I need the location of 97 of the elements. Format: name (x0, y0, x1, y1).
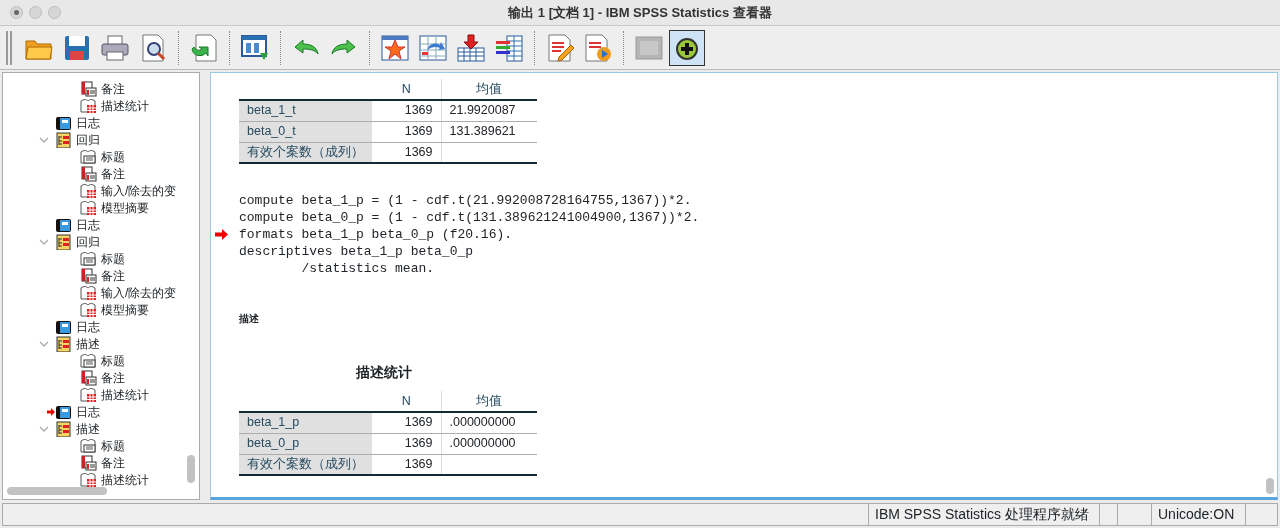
outline-item[interactable]: 日志 (76, 215, 100, 234)
table-title: 描述统计 (355, 363, 413, 382)
table-cell: 1369 (372, 454, 441, 475)
outline-item[interactable]: 日志 (76, 402, 100, 421)
table-icon (80, 97, 97, 114)
outline-item[interactable]: 描述 (76, 334, 100, 353)
row-label: 有效个案数（成列） (239, 454, 372, 475)
note-icon (80, 369, 97, 386)
note-icon (80, 165, 97, 182)
toolbar-grip[interactable] (6, 30, 12, 65)
scrollbar-thumb[interactable] (7, 487, 107, 495)
table-icon (80, 182, 97, 199)
output-heading: 描述 (239, 313, 259, 324)
book-icon (55, 216, 72, 233)
book-icon (55, 114, 72, 131)
outline-item[interactable]: 输入/除去的变 (101, 283, 177, 302)
table-icon (80, 471, 97, 488)
table-cell: .000000000 (441, 412, 537, 433)
table-arrow-icon (418, 32, 448, 63)
outline-item[interactable]: 标题 (101, 147, 125, 166)
outline-item[interactable]: 备注 (101, 164, 125, 183)
printer-icon (100, 32, 130, 63)
column-header: N (372, 79, 441, 100)
collapse-chevron-icon[interactable] (39, 238, 49, 245)
table-cell: 1369 (372, 100, 441, 121)
outline-item[interactable]: 日志 (76, 317, 100, 336)
collapse-chevron-icon[interactable] (39, 340, 49, 347)
bar-table-icon (494, 32, 524, 63)
table-cell: 1369 (372, 412, 441, 433)
outline-item[interactable]: 模型摘要 (101, 300, 149, 319)
outline-item[interactable]: 备注 (101, 368, 125, 387)
outline-item[interactable]: 回归 (76, 232, 100, 251)
table-cell: 131.389621 (441, 121, 537, 142)
close-button[interactable] (10, 6, 23, 19)
star-table-icon (380, 32, 410, 63)
scrollbar-thumb[interactable] (187, 455, 195, 483)
edit-document-icon (545, 32, 575, 63)
outline-item[interactable]: 描述 (76, 419, 100, 438)
row-label: 有效个案数（成列） (239, 142, 372, 163)
outline-item[interactable]: 标题 (101, 351, 125, 370)
table-cell: 1369 (372, 142, 441, 163)
row-label: beta_0_t (239, 121, 372, 142)
outline-item[interactable]: 日志 (76, 113, 100, 132)
row-label: beta_1_p (239, 412, 372, 433)
book-icon (55, 318, 72, 335)
column-header: 均值 (441, 79, 537, 100)
row-label: beta_0_p (239, 433, 372, 454)
note-icon (80, 267, 97, 284)
section-icon (55, 233, 72, 250)
syntax-line: descriptives beta_1_p beta_0_p (239, 243, 474, 260)
book-icon (55, 403, 72, 420)
section-icon (55, 131, 72, 148)
table-icon (80, 301, 97, 318)
section-icon (55, 420, 72, 437)
title-icon (80, 148, 97, 165)
note-icon (80, 80, 97, 97)
syntax-line: compute beta_0_p = (1 - cdf.t(131.389621241004900,1367))*2. (239, 209, 700, 226)
collapse-chevron-icon[interactable] (39, 425, 49, 432)
table-icon (80, 199, 97, 216)
table-cell: 21.9920087 (441, 100, 537, 121)
dot-icon (14, 10, 19, 15)
collapse-chevron-icon[interactable] (39, 136, 49, 143)
table-cell: .000000000 (441, 433, 537, 454)
title-icon (80, 352, 97, 369)
outline-item[interactable]: 标题 (101, 436, 125, 455)
note-icon (80, 454, 97, 471)
table-icon (80, 284, 97, 301)
column-header: N (372, 391, 441, 412)
outline-item[interactable]: 备注 (101, 266, 125, 285)
syntax-line: formats beta_1_p beta_0_p (f20.16). (239, 226, 513, 243)
play-document-icon (583, 32, 613, 63)
encoding-status: Unicode:ON (1152, 504, 1246, 525)
outline-item[interactable]: 输入/除去的变 (101, 181, 177, 200)
syntax-line: compute beta_1_p = (1 - cdf.t(21.992008728164755,1367))*2. (239, 192, 692, 209)
syntax-line: /statistics mean. (300, 260, 435, 277)
outline-item[interactable]: 描述统计 (101, 96, 149, 115)
outline-item[interactable]: 回归 (76, 130, 100, 149)
table-cell: 1369 (372, 121, 441, 142)
column-header: 均值 (441, 391, 537, 412)
table-cell: 1369 (372, 433, 441, 454)
title-icon (80, 437, 97, 454)
document-arrow-icon (189, 32, 219, 63)
window-title: 输出 1 [文档 1] - IBM SPSS Statistics 查看器 (508, 3, 772, 22)
outline-item[interactable]: 标题 (101, 249, 125, 268)
title-icon (80, 250, 97, 267)
row-label: beta_1_t (239, 100, 372, 121)
insert-table-icon (456, 32, 486, 63)
outline-item[interactable]: 模型摘要 (101, 198, 149, 217)
toolbar-button[interactable] (669, 29, 705, 66)
table-icon (80, 386, 97, 403)
outline-item[interactable]: 描述统计 (101, 470, 149, 489)
outline-item[interactable]: 备注 (101, 453, 125, 472)
outline-item[interactable]: 描述统计 (101, 385, 149, 404)
outline-item[interactable]: 备注 (101, 79, 125, 98)
section-icon (55, 335, 72, 352)
scrollbar-thumb[interactable] (1266, 478, 1274, 494)
status-message: IBM SPSS Statistics 处理程序就绪 (869, 504, 1100, 525)
